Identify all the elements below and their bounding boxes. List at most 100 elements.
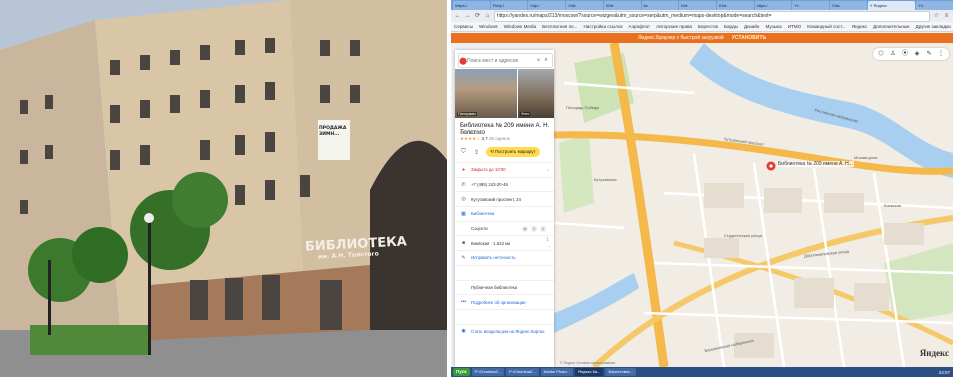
info-row [455,264,554,280]
system-clock: 23:07 [938,369,950,375]
twitter-icon[interactable]: t [540,225,546,232]
info-row[interactable]: ● Закрыто до 10:00 ⌄ [455,162,554,177]
bookmark-item[interactable]: Сервисы [454,22,473,31]
location-icon: ◎ [461,196,466,203]
bookmark-item[interactable]: Яндекс [852,22,867,31]
info-row[interactable]: ▦ Библиотека [455,206,554,221]
route-button[interactable]: ⟲ Построить маршрут [486,147,540,157]
map-footer[interactable]: © Яндекс Условия использования [560,361,615,365]
reload-icon[interactable]: ⟳ [474,13,481,20]
start-button[interactable]: Пуск [453,368,470,376]
taskbar-button[interactable]: Берестовск... [605,368,636,376]
bookmark-item[interactable]: Настройка ссылок [583,22,622,31]
person-icon[interactable]: ♙ [889,50,897,58]
browser-tab[interactable]: tw: [641,1,679,10]
photo-thumbnail[interactable]: Фото [518,69,554,118]
info-row[interactable]: Соцсети в f t [455,220,554,236]
bookmark-item[interactable]: Windows [479,22,498,31]
taskbar-button[interactable]: P:\Chumina2... [471,368,505,376]
taskbar-button[interactable]: P:\Chumina2... [506,368,539,376]
info-row[interactable]: ◎ Кутузовский проспект, 24 [455,191,554,206]
bookmarks-bar: Сервисы Windows Windows Media Бесплатная по… [451,22,953,32]
traffic-icon[interactable]: ◈ [913,50,921,58]
url-field[interactable]: https://yandex.ru/maps/213/moscow/?sourc… [494,10,930,22]
bookmark-item[interactable]: Бесплатная по... [542,22,577,31]
vk-icon[interactable]: в [522,225,528,232]
bookmark-icon[interactable]: ⛉ [460,149,467,156]
target-icon[interactable]: ⦿ [901,50,909,58]
bookmark-item[interactable]: Windows Media [504,22,536,31]
bookmark-item[interactable]: Другие закладки [916,22,951,31]
menu-icon[interactable]: ≡ [943,13,950,20]
pencil-icon: ✎ [461,254,466,261]
browser-tab[interactable]: Fhttp:/ [490,1,528,10]
info-row[interactable]: ✎ Исправить неточность [455,250,554,265]
bookmark-item[interactable]: Командный сост... [807,22,845,31]
forward-arrow-icon[interactable]: → [464,13,471,20]
map-canvas[interactable]: Библиотека № 209 имени А. Н... Кутузовск… [554,43,953,367]
promo-banner: Яндекс.Браузер с быстрой загрузкой УСТАН… [451,33,953,43]
bookmark-item[interactable]: Барды [724,22,738,31]
bookmark-item[interactable]: Дополнительные [873,22,909,31]
share-icon[interactable]: ⇪ [473,149,480,156]
home-icon[interactable]: ⌂ [484,13,491,20]
panorama-photo[interactable]: Панорамы [455,69,517,118]
search-input[interactable] [467,57,535,64]
rating-count: 25 оценок [488,136,510,141]
browser-tab[interactable]: Vha: [830,1,867,10]
info-row[interactable]: Публичная библиотека [455,279,554,295]
rating-stars: ★★★★☆ [460,136,481,141]
dots-icon: ••• [460,299,467,306]
browser-tab[interactable]: Kbtt: [603,1,641,10]
location-pin-icon: ⬤ [459,57,467,65]
phone-icon: ✆ [461,181,466,188]
bookmark-item[interactable]: Дизайн [744,22,759,31]
promo-text: Яндекс.Браузер с быстрой загрузкой [637,35,724,41]
browser-tab[interactable]: Kbd: [716,1,754,10]
map-pin-label[interactable]: Библиотека № 209 имени А. Н... [777,161,854,167]
map-toolbar: ⬡ ♙ ⦿ ◈ ✎ ⋮ [873,48,949,60]
browser-tab[interactable]: https:/ [754,1,792,10]
star-icon[interactable]: ☆ [933,13,940,20]
browser-tab[interactable]: Xhtt: [566,1,603,10]
search-icon[interactable]: ⌕ [542,57,550,64]
info-row-text: Киевская · 1,623 км [471,240,510,246]
info-row[interactable]: ✆ +7 (495) 243-20-46 [455,176,554,192]
browser-tab[interactable]: Ihttps:/ [453,1,490,10]
browser-tab[interactable]: Yx: [916,1,953,10]
info-row [455,308,554,324]
bookmark-item[interactable]: Музыка [765,22,781,31]
browser-tab[interactable]: Kbt: [679,1,716,10]
organization-category[interactable]: Библиотека [460,130,483,135]
edit-icon[interactable]: ✎ [925,50,933,58]
route-button-label: Построить маршрут [494,149,536,154]
building-illustration [0,0,447,377]
more-icon[interactable]: ⋮ [937,50,945,58]
browser-tab[interactable]: http:/ [528,1,566,10]
browser-tab[interactable]: Y Яндекс [867,1,916,10]
bookmark-item[interactable]: ИТМО [788,22,802,31]
taskbar-button[interactable]: Adobe Photo... [540,368,574,376]
install-button[interactable]: УСТАНОВИТЬ [732,35,766,41]
building-icon: ▦ [461,210,466,217]
info-row[interactable]: ◉ Стать владельцем на Яндекс.Картах [455,323,554,339]
info-row-text: Соцсети [471,226,488,232]
bookmark-item[interactable]: Аэрофлот [629,22,651,31]
back-arrow-icon[interactable]: ← [454,13,461,20]
layers-icon[interactable]: ⬡ [877,50,885,58]
bookmark-item[interactable]: Берестов [698,22,718,31]
rating[interactable]: ★★★★☆ 3,7 25 оценок [460,136,510,142]
facebook-icon[interactable]: f [531,225,537,232]
info-row[interactable]: ■ Киевская · 1,623 км 1 → [455,235,554,250]
info-row[interactable]: ••• Подробнее об организации [455,294,554,309]
window-banner: ПРОДАЖА ЗИМН... [319,126,347,137]
info-row-text: +7 (495) 243-20-46 [471,182,508,188]
row-arrow: ⌄ [546,166,551,173]
close-icon[interactable]: × [535,58,542,64]
taskbar-button[interactable]: Яндекс.Ка... [575,368,604,376]
browser-tab[interactable]: Yr: [792,1,830,10]
map-river-label: Москва-река [854,155,878,160]
info-row-text: Кутузовский проспект, 24 [471,196,521,202]
bookmark-item[interactable]: Авторские права [656,22,692,31]
row-arrow: 1 → [546,237,551,250]
